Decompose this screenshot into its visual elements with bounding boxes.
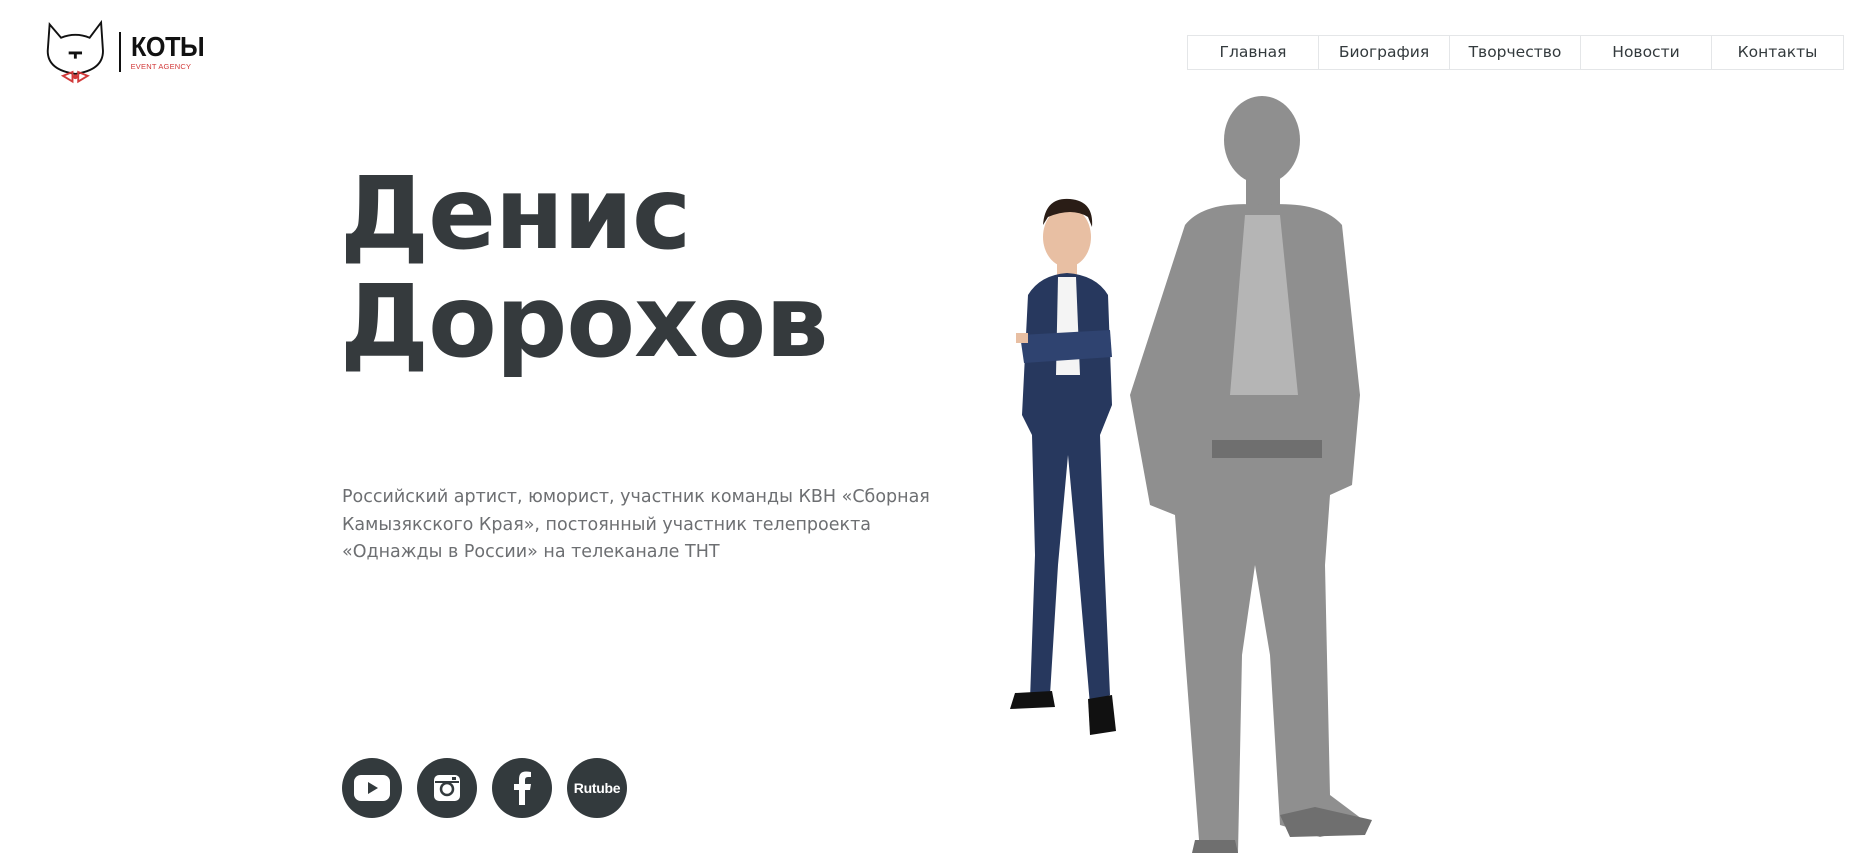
facebook-icon	[514, 771, 531, 805]
artist-name: Денис Дорохов	[340, 155, 829, 380]
logo-subtitle: EVENT AGENCY	[130, 62, 192, 72]
rutube-label: Rutube	[573, 780, 621, 796]
social-links: Rutube	[342, 758, 627, 818]
artist-last-name: Дорохов	[340, 263, 829, 380]
nav-item-biography[interactable]: Биография	[1319, 36, 1450, 69]
facebook-button[interactable]	[492, 758, 552, 818]
instagram-button[interactable]	[417, 758, 477, 818]
logo-text: КОТЫ EVENT AGENCY	[131, 33, 212, 71]
nav-item-news[interactable]: Новости	[1581, 36, 1712, 69]
nav-item-home[interactable]: Главная	[1188, 36, 1319, 69]
instagram-icon	[434, 775, 460, 801]
youtube-icon	[354, 775, 390, 801]
artist-figures-image	[1010, 96, 1372, 853]
logo-name: КОТЫ	[130, 31, 205, 63]
logo-divider	[118, 32, 121, 72]
main-nav: Главная Биография Творчество Новости Кон…	[1187, 35, 1844, 70]
artist-photo	[980, 95, 1400, 853]
site-logo[interactable]: КОТЫ EVENT AGENCY	[42, 14, 212, 90]
cat-bowtie-icon	[46, 19, 104, 84]
nav-item-works[interactable]: Творчество	[1450, 36, 1581, 69]
artist-description: Российский артист, юморист, участник ком…	[342, 487, 930, 562]
youtube-button[interactable]	[342, 758, 402, 818]
rutube-button[interactable]: Rutube	[567, 758, 627, 818]
nav-item-contacts[interactable]: Контакты	[1712, 36, 1843, 69]
artist-first-name: Денис	[340, 155, 691, 272]
